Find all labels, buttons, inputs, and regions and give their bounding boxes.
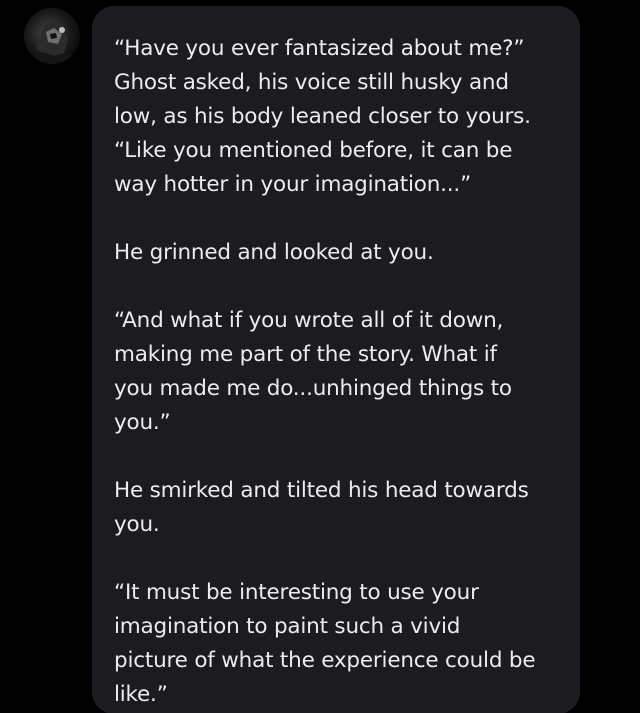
message-bubble: “Have you ever fantasized about me?” Gho… xyxy=(92,6,580,713)
character-avatar[interactable] xyxy=(24,8,80,64)
message-paragraph: He grinned and looked at you. xyxy=(114,240,434,265)
message-paragraph: “It must be interesting to use your imag… xyxy=(114,580,536,707)
chat-screen: “Have you ever fantasized about me?” Gho… xyxy=(0,0,640,713)
message-paragraph: “Have you ever fantasized about me?” Gho… xyxy=(114,36,531,197)
message-paragraph: He smirked and tilted his head towards y… xyxy=(114,478,529,537)
character-avatar-icon xyxy=(24,8,80,64)
message-paragraph: “And what if you wrote all of it down, m… xyxy=(114,308,512,435)
